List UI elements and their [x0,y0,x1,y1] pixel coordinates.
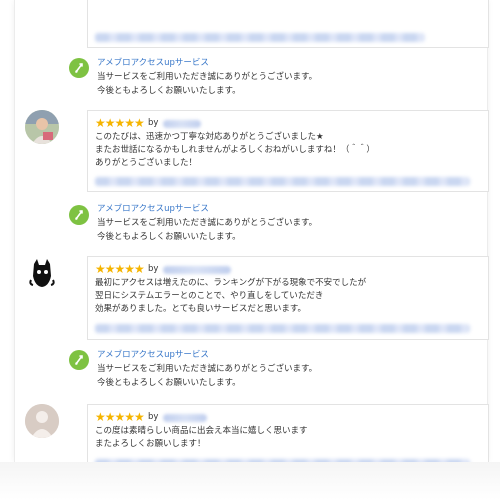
product-link-blurred[interactable] [95,324,470,333]
star-rating: ★★★★★ [95,410,145,424]
review-text-line: 効果がありました。とても良いサービスだと思います。 [95,304,306,314]
reviewer-name-blurred[interactable] [163,414,207,422]
product-link-blurred[interactable] [95,33,425,42]
reply-text-line: 今後ともよろしくお願いいたします。 [97,86,241,96]
review-text-line: またよろしくお願いします！ [95,439,206,449]
bottom-fade [0,462,500,500]
reply-text-line: 今後ともよろしくお願いいたします。 [97,232,241,242]
review-card: ★★★★★ by このたびは、迅速かつ丁寧な対応ありがとうございました★ またお… [87,110,489,192]
reply-text-line: 当サービスをご利用いただき誠にありがとうございます。 [97,72,318,82]
reviewer-name-blurred[interactable] [163,266,231,274]
shop-avatar-icon [69,58,89,78]
review-text-line: 翌日にシステムエラーとのことで、やり直しをしていただき [95,291,324,301]
review-text-line: このたびは、迅速かつ丁寧な対応ありがとうございました★ [95,132,324,142]
review-text-line: 最初にアクセスは増えたのに、ランキングが下がる現象で不安でしたが [95,278,367,288]
reply-text-line: 今後ともよろしくお願いいたします。 [97,378,241,388]
review-panel: アメブロアクセスupサービス 当サービスをご利用いただき誠にありがとうございます… [14,0,489,474]
shop-avatar-icon [69,205,89,225]
user-avatar[interactable] [25,110,59,144]
review-text-line: ありがとうございました！ [95,158,198,168]
reply-text-line: 当サービスをご利用いただき誠にありがとうございます。 [97,218,318,228]
review-card-partial [87,0,489,48]
user-avatar[interactable] [25,404,59,438]
review-text-line: この度は素晴らしい商品に出会え本当に嬉しく思います [95,426,308,436]
by-label: by [148,264,159,274]
reply-text-line: 当サービスをご利用いただき誠にありがとうございます。 [97,364,318,374]
star-rating: ★★★★★ [95,262,145,276]
review-card: ★★★★★ by 最初にアクセスは増えたのに、ランキングが下がる現象で不安でした… [87,256,489,340]
user-avatar[interactable] [25,256,59,290]
star-rating: ★★★★★ [95,116,145,130]
shop-name-link[interactable]: アメブロアクセスupサービス [97,56,209,68]
by-label: by [148,412,159,422]
reviewer-name-blurred[interactable] [163,120,201,128]
by-label: by [148,118,159,128]
shop-avatar-icon [69,350,89,370]
shop-name-link[interactable]: アメブロアクセスupサービス [97,348,209,360]
shop-name-link[interactable]: アメブロアクセスupサービス [97,202,209,214]
product-link-blurred[interactable] [95,177,470,186]
review-text-line: またお世話になるかもしれませんがよろしくおねがいしますね！（＾＾） [95,145,375,155]
